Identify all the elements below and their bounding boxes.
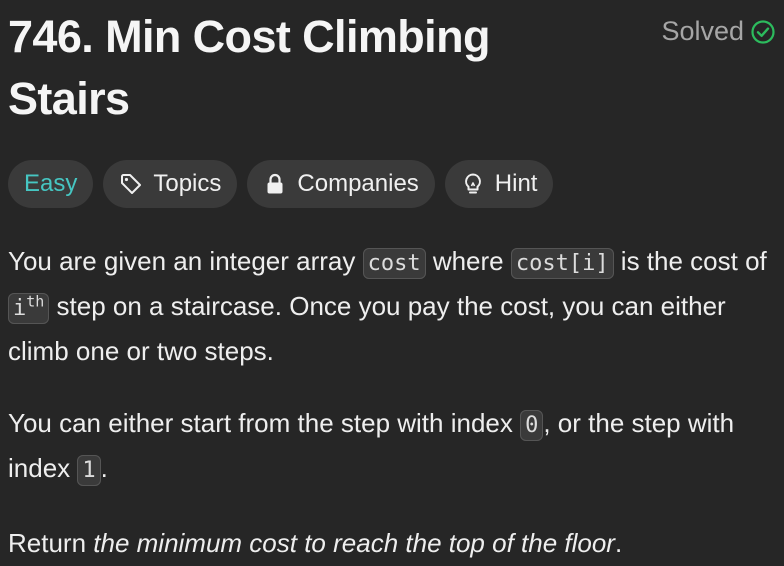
companies-label: Companies <box>297 170 419 197</box>
solved-status: Solved <box>661 16 776 47</box>
hint-label: Hint <box>494 170 538 197</box>
hint-button[interactable]: Hint <box>444 160 554 208</box>
topics-label: Topics <box>153 170 222 197</box>
desc-text: . <box>614 528 623 558</box>
inline-code: 0 <box>520 410 544 441</box>
description-paragraph-2: You can either start from the step with … <box>8 402 780 492</box>
desc-text: step on a staircase. Once you pay the co… <box>8 291 726 366</box>
inline-code: cost[i] <box>510 248 614 279</box>
desc-text: You can either start from the step with … <box>8 408 521 438</box>
difficulty-label: Easy <box>24 170 78 197</box>
desc-text: where <box>425 246 511 276</box>
description-paragraph-1: You are given an integer array cost wher… <box>8 240 780 372</box>
desc-emphasis: the minimum cost to reach the top of the… <box>93 528 615 558</box>
check-circle-icon <box>750 19 776 45</box>
problem-title: 746. Min Cost Climbing Stairs <box>8 11 490 124</box>
description-paragraph-3: Return the minimum cost to reach the top… <box>8 522 780 564</box>
solved-label: Solved <box>661 16 744 46</box>
companies-button[interactable]: Companies <box>247 160 435 208</box>
inline-code: cost <box>362 248 426 279</box>
problem-description: You are given an integer array cost wher… <box>8 240 780 566</box>
tag-icon <box>119 172 143 196</box>
inline-code: ith <box>8 292 50 324</box>
desc-text: Return <box>8 528 94 558</box>
lightbulb-icon <box>461 172 485 196</box>
problem-tags: Easy Topics Companies Hint <box>8 160 554 208</box>
desc-text: is the cost of <box>613 246 767 276</box>
code-base: i <box>13 296 27 321</box>
topics-button[interactable]: Topics <box>103 160 238 208</box>
lock-icon <box>263 172 287 196</box>
code-superscript: th <box>26 292 45 311</box>
desc-text: You are given an integer array <box>8 246 363 276</box>
difficulty-badge: Easy <box>8 160 94 208</box>
inline-code: 1 <box>77 455 101 486</box>
desc-text: . <box>100 453 108 483</box>
